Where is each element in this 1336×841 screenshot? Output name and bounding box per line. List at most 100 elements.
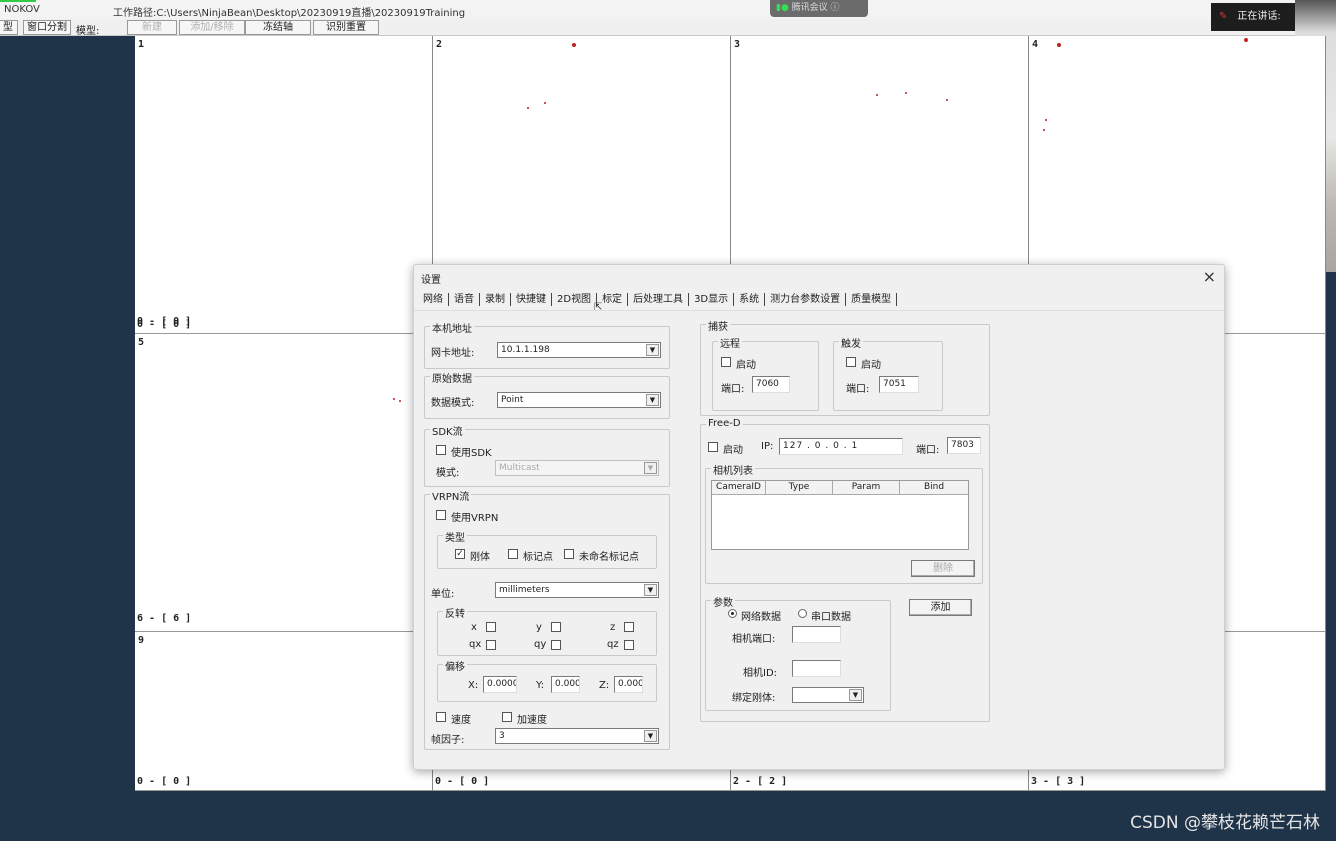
offset-y-input[interactable]: 0.000 <box>551 676 580 693</box>
group-legend: 偏移 <box>443 658 467 673</box>
tab-system[interactable]: 系统 <box>734 293 766 306</box>
chevron-down-icon[interactable]: ▼ <box>849 689 862 701</box>
data-mode-select[interactable]: Point ▼ <box>497 392 661 408</box>
local-address-group: 本机地址 网卡地址: 10.1.1.198 ▼ <box>424 320 670 369</box>
camera-port-input[interactable] <box>792 626 841 643</box>
unnamed-marker-checkbox[interactable] <box>564 549 574 559</box>
invert-y-checkbox[interactable] <box>551 622 561 632</box>
camera-view-9[interactable]: 9 0 - [ 0 ] <box>135 632 433 791</box>
capture-group: 捕获 远程 启动 端口: 7060 触发 启动 端口: 7051 <box>700 318 990 416</box>
column-header[interactable]: CameraID <box>712 481 766 494</box>
workpath-label: 工作路径:C:\Users\NinjaBean\Desktop\20230919… <box>113 8 466 19</box>
trigger-enable-label: 启动 <box>861 360 881 371</box>
offset-x-label: X: <box>468 680 479 691</box>
offset-z-input[interactable]: 0.000 <box>614 676 643 693</box>
lock-axis-button[interactable]: 冻结轴 <box>245 20 311 35</box>
chevron-down-icon[interactable]: ▼ <box>644 584 657 596</box>
add-button[interactable]: 添加 <box>909 599 972 616</box>
type-button[interactable]: 型 <box>0 20 18 35</box>
view-footer: 0 - [ 0 ] <box>137 776 192 787</box>
marker-checkbox[interactable] <box>508 549 518 559</box>
rigid-body-checkbox[interactable]: ✓ <box>455 549 465 559</box>
tab-mass-model[interactable]: 质量模型 <box>846 293 898 306</box>
remote-enable-label: 启动 <box>736 360 756 371</box>
group-legend: SDK流 <box>430 423 465 438</box>
meeting-indicator[interactable]: ▮● 腾讯会议 ⓘ <box>770 0 868 17</box>
remote-enable-checkbox[interactable] <box>721 357 731 367</box>
unnamed-marker-label: 未命名标记点 <box>579 552 639 563</box>
speaking-label: 正在讲话: <box>1237 11 1281 22</box>
freed-group: Free-D 启动 IP: 127 . 0 . 0 . 1 端口: 7803 相… <box>700 418 990 722</box>
vrpn-stream-group: VRPN流 使用VRPN 类型 ✓ 刚体 标记点 未命名标记点 单位: mill… <box>424 488 670 750</box>
axis-label: qy <box>534 639 547 650</box>
invert-qy-checkbox[interactable] <box>551 640 561 650</box>
acceleration-checkbox[interactable] <box>502 712 512 722</box>
camera-port-label: 相机端口: <box>732 634 776 645</box>
chevron-down-icon[interactable]: ▼ <box>644 730 657 742</box>
tab-3d-display[interactable]: 3D显示 <box>689 293 735 306</box>
rigid-body-label: 刚体 <box>470 552 490 563</box>
window-split-button[interactable]: 窗口分割 <box>23 20 71 35</box>
view-number: 4 <box>1032 39 1039 50</box>
tab-shortcuts[interactable]: 快捷键 <box>511 293 552 306</box>
trigger-port-input[interactable]: 7051 <box>879 376 919 393</box>
freed-enable-checkbox[interactable] <box>708 442 718 452</box>
tab-post-processing[interactable]: 后处理工具 <box>628 293 690 306</box>
network-data-radio[interactable] <box>728 609 737 618</box>
chevron-down-icon[interactable]: ▼ <box>646 394 659 406</box>
marker-point <box>527 107 529 109</box>
tab-force-plate[interactable]: 测力台参数设置 <box>765 293 847 306</box>
settings-tabs: 网络 语音 录制 快捷键 2D视图 标定 后处理工具 3D显示 系统 测力台参数… <box>418 292 898 308</box>
tab-record[interactable]: 录制 <box>480 293 511 306</box>
camera-id-input[interactable] <box>792 660 841 677</box>
chevron-down-icon[interactable]: ▼ <box>644 462 657 474</box>
tab-voice[interactable]: 语音 <box>449 293 480 306</box>
ip-address-input[interactable]: 127 . 0 . 0 . 1 <box>779 438 903 455</box>
trigger-port-label: 端口: <box>846 384 870 395</box>
marker-point <box>544 102 546 104</box>
column-header[interactable]: Bind <box>900 481 968 494</box>
camera-view-1[interactable]: 1 0 - [ 0 ] <box>135 36 433 334</box>
nic-address-select[interactable]: 10.1.1.198 ▼ <box>497 342 661 358</box>
group-legend: Free-D <box>706 418 743 429</box>
use-vrpn-label: 使用VRPN <box>451 513 499 524</box>
use-sdk-checkbox[interactable] <box>436 445 446 455</box>
table-header: CameraID Type Param Bind <box>712 481 968 495</box>
tab-2d-view[interactable]: 2D视图 <box>552 293 598 306</box>
sdk-mode-label: 模式: <box>436 468 460 479</box>
app-name: NOKOV <box>4 4 40 15</box>
invert-z-checkbox[interactable] <box>624 622 634 632</box>
recognize-reset-button[interactable]: 识别重置 <box>313 20 379 35</box>
axis-label: qz <box>607 639 619 650</box>
bind-rigid-select[interactable]: ▼ <box>792 687 864 703</box>
serial-data-radio[interactable] <box>798 609 807 618</box>
frame-factor-select[interactable]: 3 ▼ <box>495 728 659 744</box>
offset-x-input[interactable]: 0.0000 <box>483 676 517 693</box>
column-header[interactable]: Type <box>766 481 833 494</box>
use-vrpn-checkbox[interactable] <box>436 510 446 520</box>
tab-network[interactable]: 网络 <box>418 293 449 306</box>
remote-port-input[interactable]: 7060 <box>752 376 790 393</box>
trigger-enable-checkbox[interactable] <box>846 357 856 367</box>
freed-port-input[interactable]: 7803 <box>947 437 981 454</box>
view-number: 5 <box>138 337 145 348</box>
camera-view-5[interactable]: 5 <box>135 334 433 632</box>
invert-x-checkbox[interactable] <box>486 622 496 632</box>
add-remove-button[interactable]: 添加/移除 <box>179 20 245 35</box>
invert-qx-checkbox[interactable] <box>486 640 496 650</box>
params-group: 参数 网络数据 串口数据 相机端口: 相机ID: 绑定刚体: ▼ <box>705 594 891 711</box>
meeting-label: 腾讯会议 <box>791 3 828 13</box>
unit-select[interactable]: millimeters ▼ <box>495 582 659 598</box>
sdk-mode-select[interactable]: Multicast ▼ <box>495 460 659 476</box>
camera-list-table[interactable]: CameraID Type Param Bind <box>711 480 969 550</box>
ip-octet: 127 <box>783 441 804 451</box>
velocity-checkbox[interactable] <box>436 712 446 722</box>
chevron-down-icon[interactable]: ▼ <box>646 344 659 356</box>
group-legend: 类型 <box>443 529 467 544</box>
delete-button[interactable]: 删除 <box>911 560 975 577</box>
marker-point <box>905 92 907 94</box>
invert-qz-checkbox[interactable] <box>624 640 634 650</box>
new-button[interactable]: 新建 <box>127 20 177 35</box>
column-header[interactable]: Param <box>833 481 900 494</box>
close-icon[interactable]: × <box>1203 267 1216 286</box>
